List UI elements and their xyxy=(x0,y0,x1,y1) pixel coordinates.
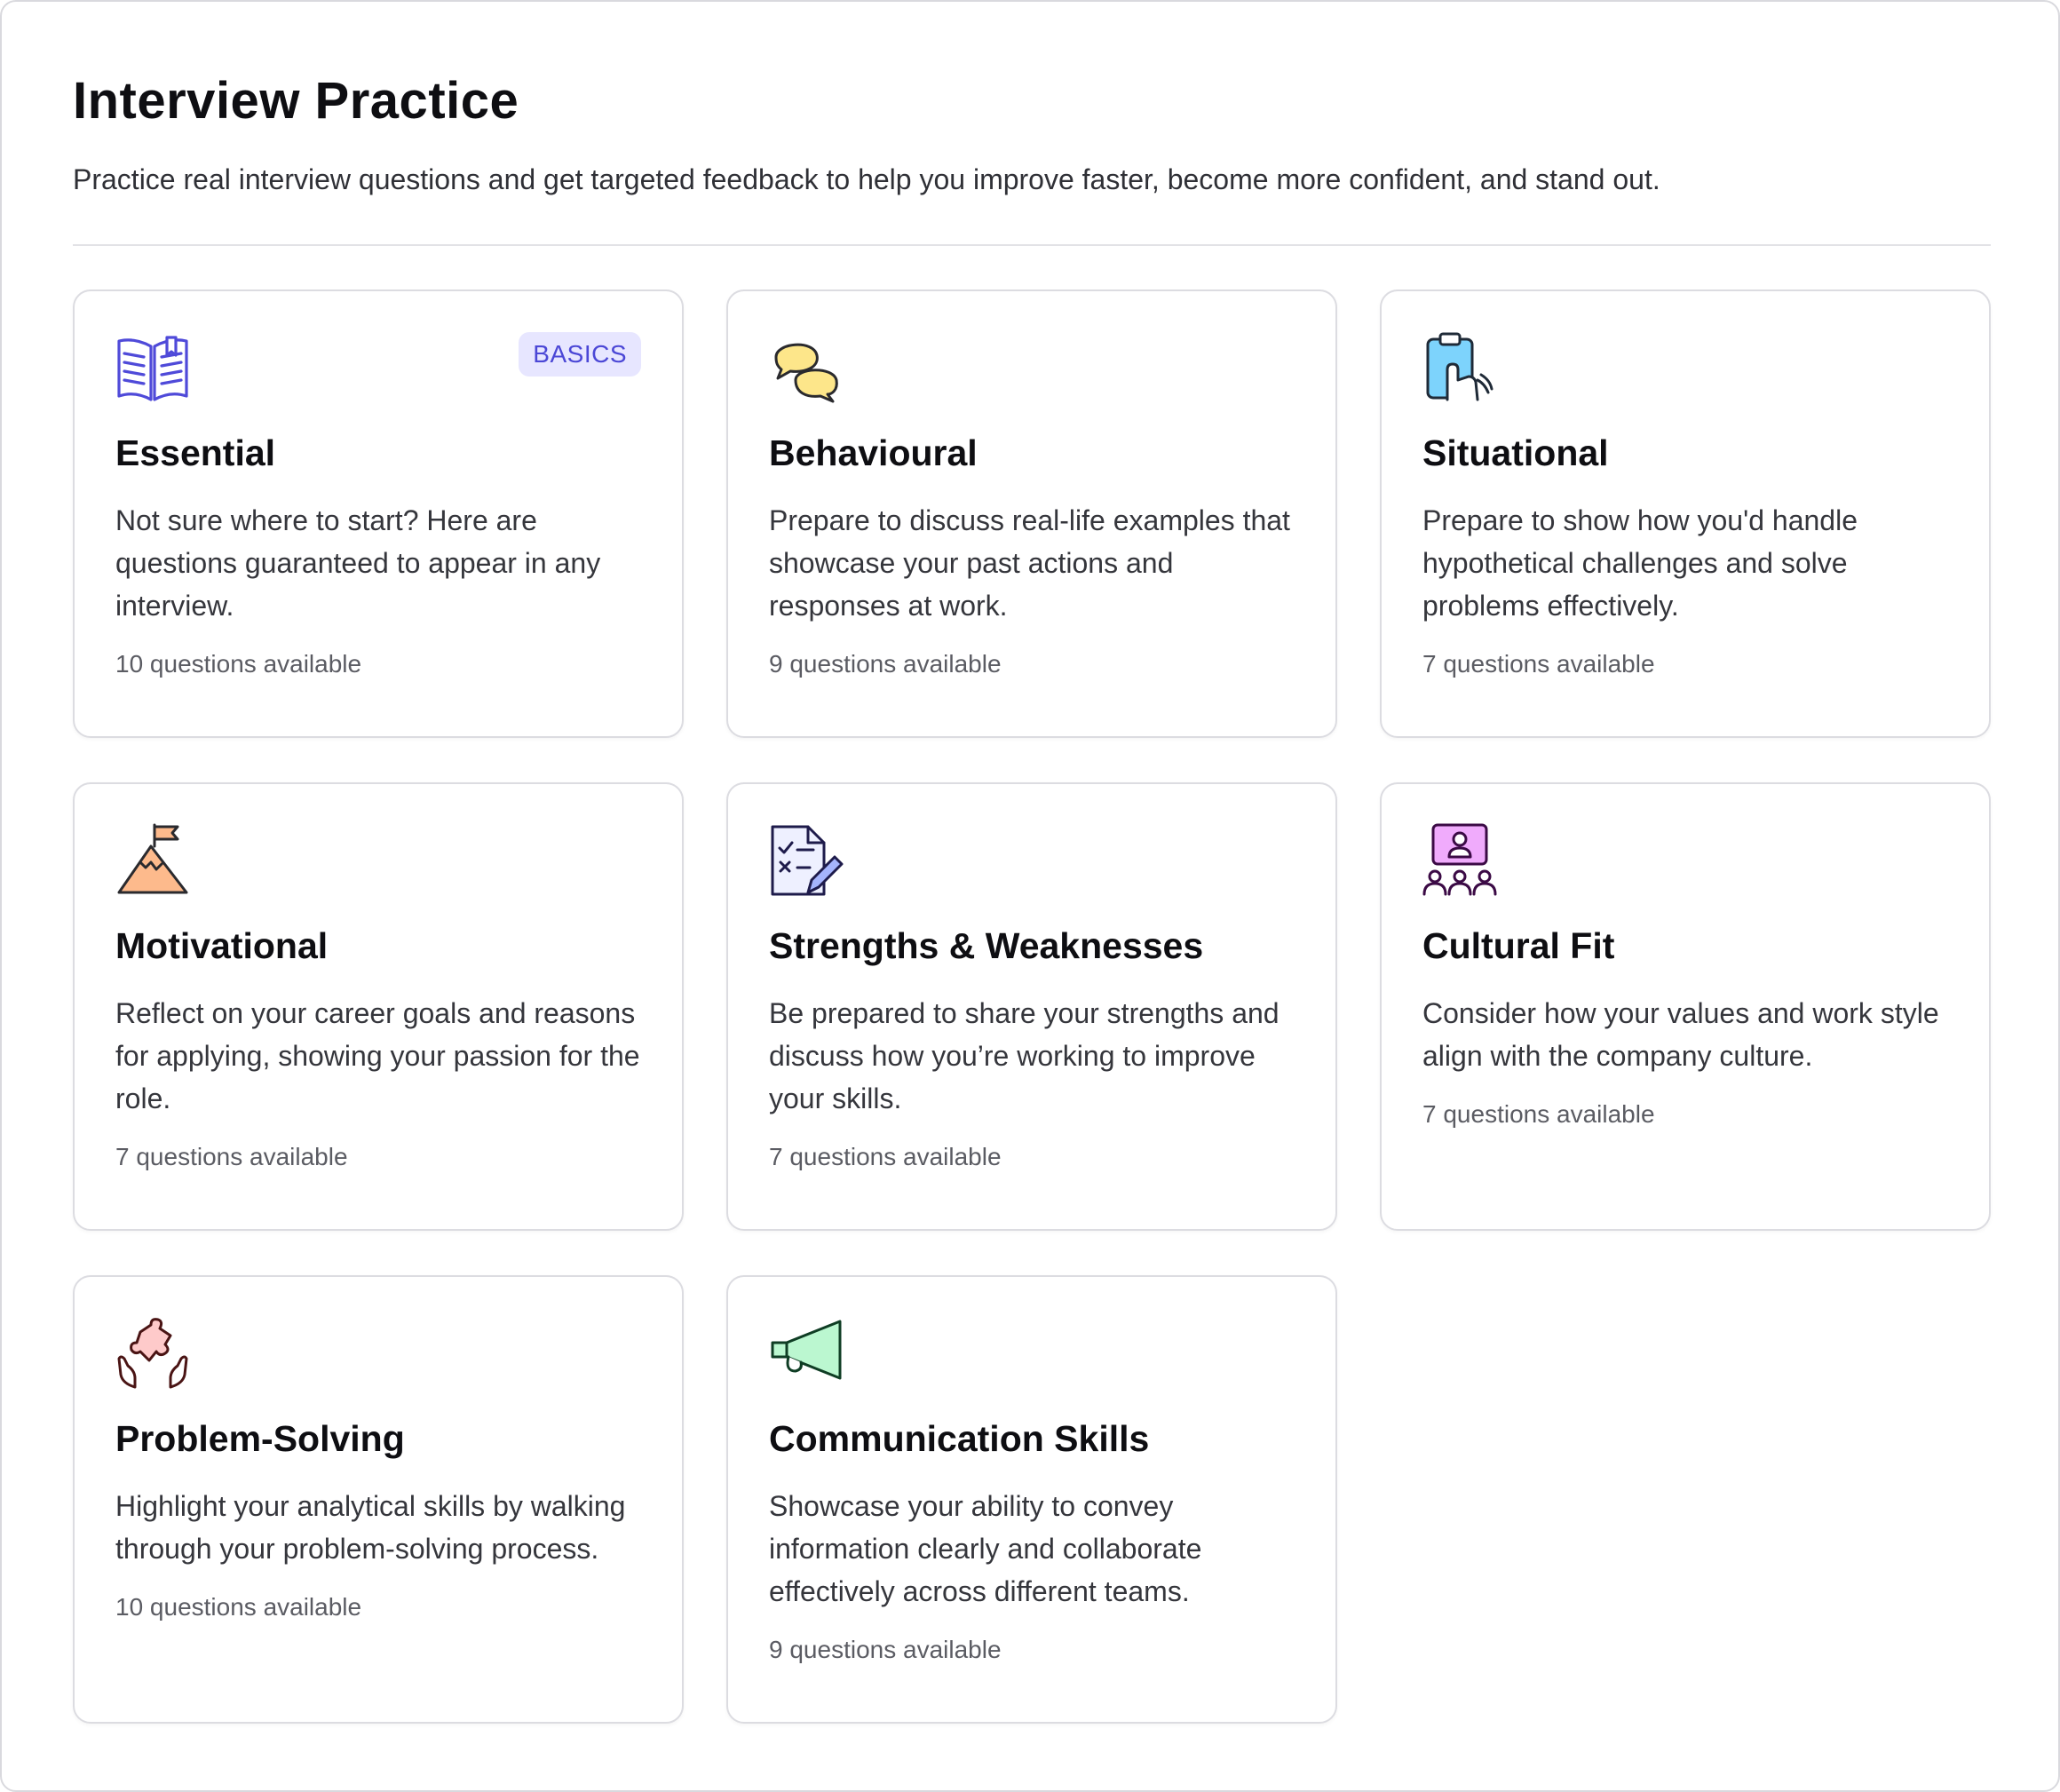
card-description: Not sure where to start? Here are questi… xyxy=(115,504,601,622)
team-presentation-icon xyxy=(1422,823,1497,898)
speech-bubbles-icon xyxy=(769,330,844,405)
clipboard-hand-icon xyxy=(1422,330,1497,405)
checklist-pen-icon xyxy=(769,823,844,898)
card-description: Reflect on your career goals and reasons… xyxy=(115,997,640,1114)
basics-badge: BASICS xyxy=(519,332,641,377)
card-description: Be prepared to share your strengths and … xyxy=(769,997,1280,1114)
card-description: Showcase your ability to convey informat… xyxy=(769,1490,1202,1607)
puzzle-hands-icon xyxy=(115,1316,190,1391)
question-count: 7 questions available xyxy=(1422,650,1655,678)
question-count: 9 questions available xyxy=(769,650,1002,678)
category-card-essential[interactable]: BASICS Essential Not sure where to start… xyxy=(73,289,684,738)
card-title: Motivational xyxy=(115,925,329,966)
card-description: Consider how your values and work style … xyxy=(1422,997,1939,1072)
category-card-cultural-fit[interactable]: Cultural Fit Consider how your values an… xyxy=(1380,782,1991,1231)
mountain-flag-icon xyxy=(115,823,190,898)
card-description: Prepare to show how you'd handle hypothe… xyxy=(1422,504,1858,622)
header-divider xyxy=(73,244,1991,246)
card-title: Problem-Solving xyxy=(115,1418,405,1459)
card-title: Strengths & Weaknesses xyxy=(769,925,1204,966)
card-description: Prepare to discuss real-life examples th… xyxy=(769,504,1290,622)
category-card-situational[interactable]: Situational Prepare to show how you'd ha… xyxy=(1380,289,1991,738)
category-card-problem-solving[interactable]: Problem-Solving Highlight your analytica… xyxy=(73,1275,684,1724)
category-card-strengths-weaknesses[interactable]: Strengths & Weaknesses Be prepared to sh… xyxy=(726,782,1337,1231)
interview-practice-panel: Interview Practice Practice real intervi… xyxy=(0,0,2060,1792)
card-title: Essential xyxy=(115,432,276,473)
category-card-motivational[interactable]: Motivational Reflect on your career goal… xyxy=(73,782,684,1231)
card-title: Communication Skills xyxy=(769,1418,1150,1459)
category-grid: BASICS Essential Not sure where to start… xyxy=(73,289,1991,1724)
question-count: 9 questions available xyxy=(769,1636,1002,1663)
category-card-behavioural[interactable]: Behavioural Prepare to discuss real-life… xyxy=(726,289,1337,738)
open-book-icon xyxy=(115,330,190,405)
page-subtitle: Practice real interview questions and ge… xyxy=(73,163,1660,195)
card-title: Cultural Fit xyxy=(1422,925,1615,966)
question-count: 7 questions available xyxy=(1422,1100,1655,1128)
question-count: 7 questions available xyxy=(115,1143,348,1170)
category-card-communication-skills[interactable]: Communication Skills Showcase your abili… xyxy=(726,1275,1337,1724)
card-description: Highlight your analytical skills by walk… xyxy=(115,1490,626,1565)
question-count: 10 questions available xyxy=(115,650,362,678)
question-count: 7 questions available xyxy=(769,1143,1002,1170)
card-title: Situational xyxy=(1422,432,1609,473)
megaphone-icon xyxy=(769,1316,844,1391)
page-title: Interview Practice xyxy=(73,72,519,130)
card-title: Behavioural xyxy=(769,432,978,473)
question-count: 10 questions available xyxy=(115,1593,362,1621)
